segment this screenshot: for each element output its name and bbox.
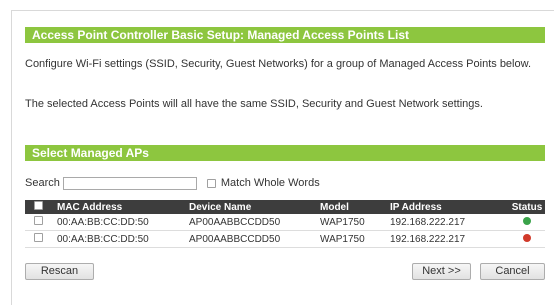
device-name-cell: AP00AABBCCDD50	[189, 233, 281, 245]
col-status[interactable]: Status	[509, 200, 545, 214]
intro-description: Configure Wi-Fi settings (SSID, Security…	[25, 58, 532, 70]
row-select-cell	[25, 214, 57, 231]
col-ip-address[interactable]: IP Address	[390, 200, 509, 214]
status-cell	[509, 231, 545, 248]
search-input[interactable]	[62, 176, 197, 190]
intro-note: The selected Access Points will all have…	[25, 98, 483, 110]
table-row[interactable]: 00:AA:BB:CC:DD:50 AP00AABBCCDD50 WAP1750…	[25, 214, 545, 231]
table-row[interactable]: 00:AA:BB:CC:DD:50 AP00AABBCCDD50 WAP1750…	[25, 231, 545, 248]
model-cell: WAP1750	[320, 216, 365, 228]
status-cell	[509, 214, 545, 231]
match-whole-words-option[interactable]: Match Whole Words	[206, 177, 320, 189]
col-device-name[interactable]: Device Name	[189, 200, 320, 214]
row-select-cell	[25, 231, 57, 248]
model-cell: WAP1750	[320, 233, 365, 245]
mac-cell: 00:AA:BB:CC:DD:50	[57, 216, 149, 228]
cancel-button[interactable]: Cancel	[480, 263, 545, 280]
status-offline-icon	[523, 233, 531, 242]
match-whole-words-checkbox[interactable]	[206, 178, 216, 188]
select-all-checkbox[interactable]	[34, 201, 43, 210]
ip-cell: 192.168.222.217	[390, 216, 466, 228]
col-model[interactable]: Model	[320, 200, 390, 214]
status-online-icon	[523, 216, 531, 225]
page-title: Access Point Controller Basic Setup: Man…	[25, 27, 545, 43]
ip-cell: 192.168.222.217	[390, 233, 466, 245]
rescan-button[interactable]: Rescan	[25, 263, 94, 280]
device-name-cell: AP00AABBCCDD50	[189, 216, 281, 228]
search-label: Search	[25, 177, 60, 189]
table-header-row: MAC Address Device Name Model IP Address…	[25, 200, 545, 214]
mac-cell: 00:AA:BB:CC:DD:50	[57, 233, 149, 245]
section-title-select-aps: Select Managed APs	[25, 145, 545, 161]
row-checkbox[interactable]	[34, 233, 43, 242]
next-button[interactable]: Next >>	[412, 263, 471, 280]
search-row: Search Match Whole Words	[25, 175, 320, 191]
match-whole-words-label: Match Whole Words	[220, 177, 320, 189]
row-checkbox[interactable]	[34, 216, 43, 225]
select-all-cell	[25, 200, 57, 214]
col-mac-address[interactable]: MAC Address	[57, 200, 189, 214]
managed-aps-table: MAC Address Device Name Model IP Address…	[25, 200, 545, 248]
